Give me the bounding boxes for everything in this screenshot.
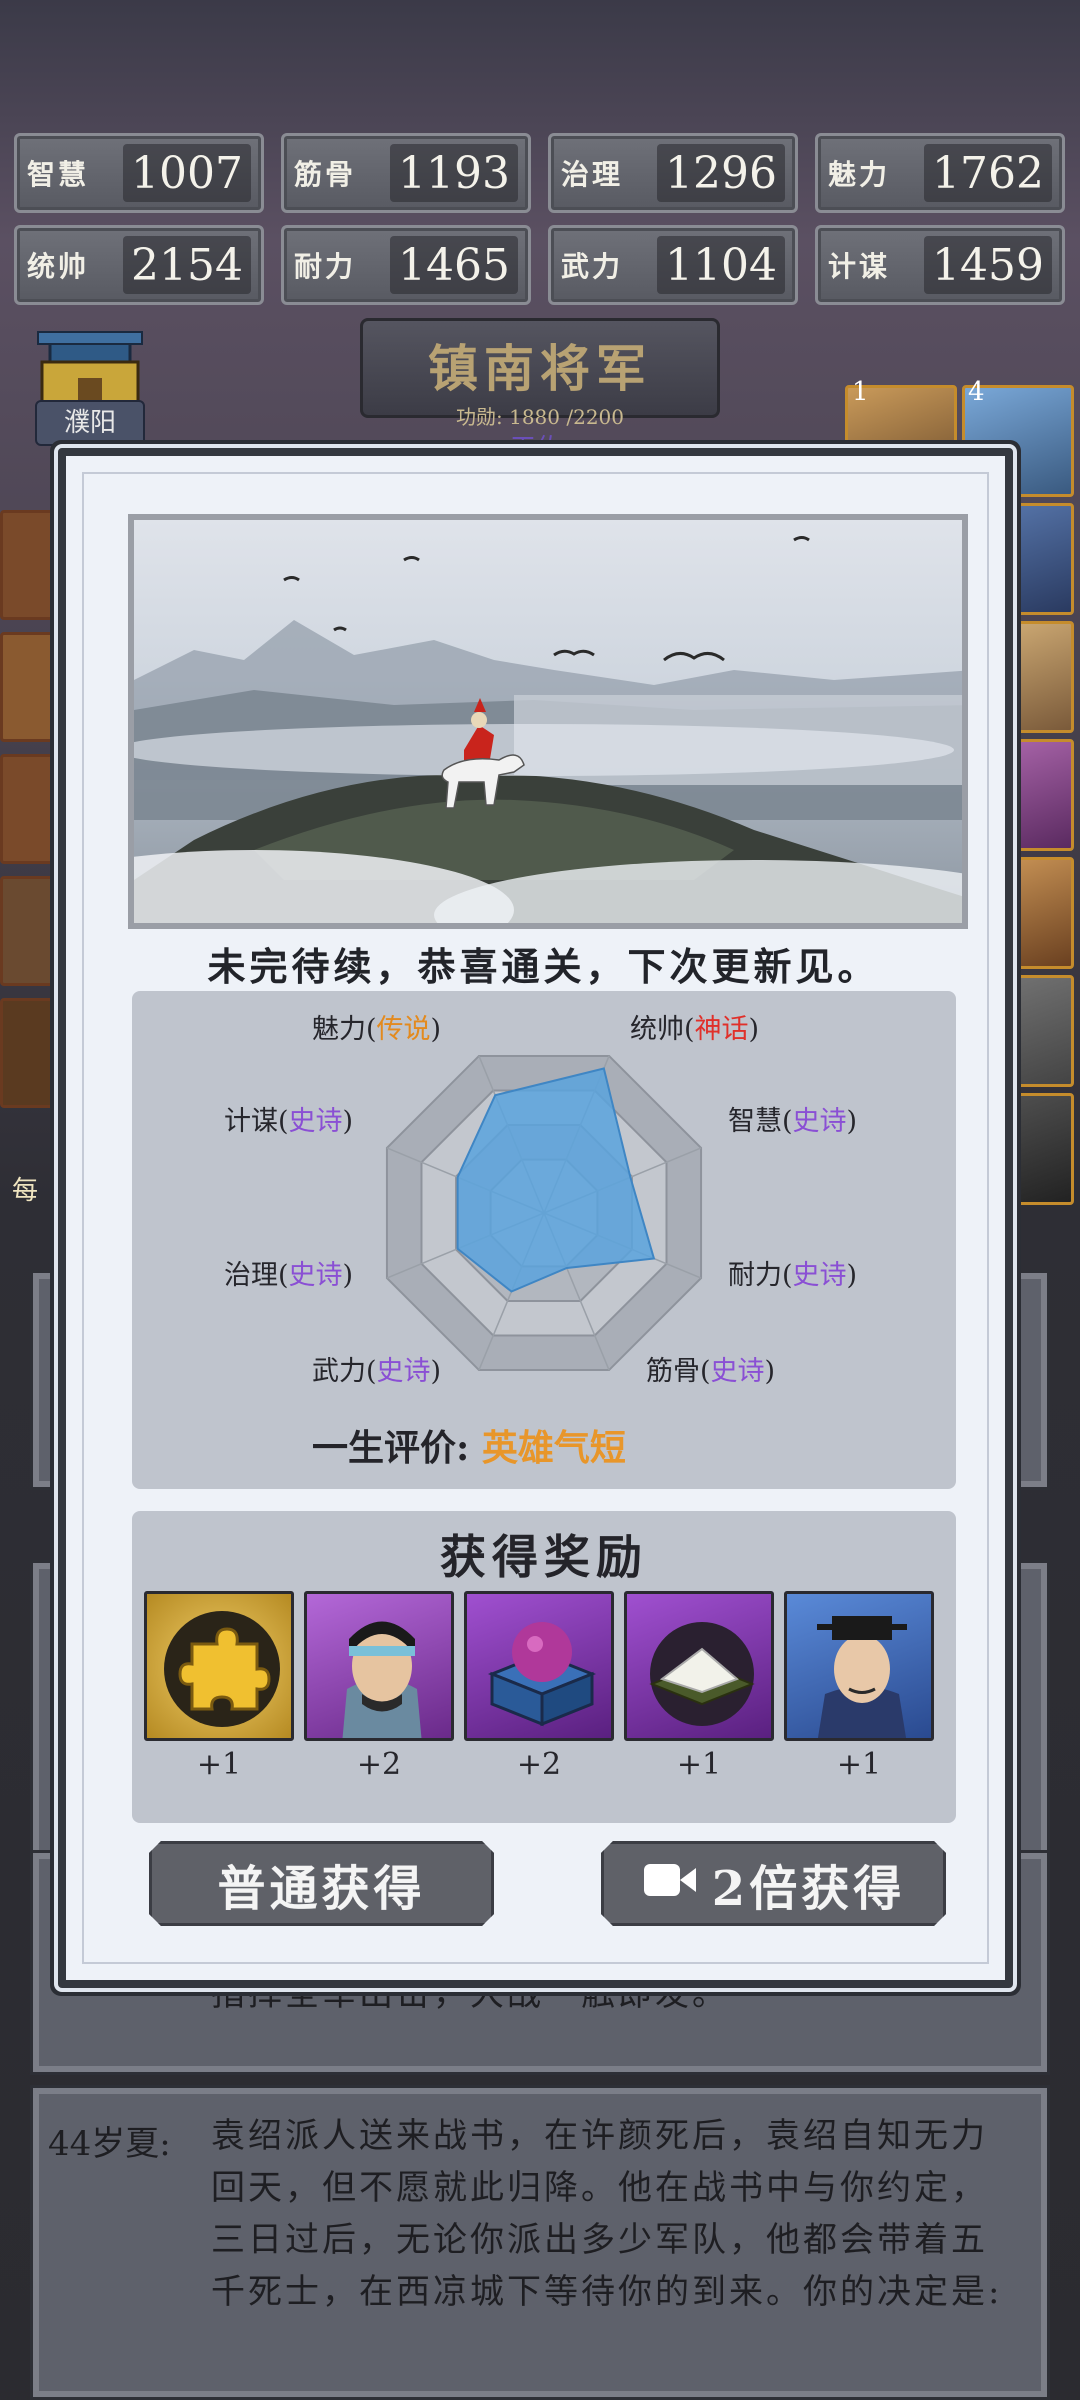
normal-claim-button[interactable]: 普通获得 — [149, 1841, 494, 1926]
reward-count: +2 — [516, 1747, 562, 1782]
attr-label-governance: 治理(史诗) — [224, 1260, 354, 1291]
attribute-radar-chart — [385, 1054, 703, 1372]
rank-title: 镇南将军 — [428, 339, 652, 398]
reward-item[interactable]: +1 — [784, 1591, 934, 1782]
stat-box: 魅力 1762 — [815, 133, 1065, 213]
life-evaluation-panel: 魅力(传说) 统帅(神话) 计谋(史诗) 智慧(史诗) 治理(史诗) 耐力(史诗… — [132, 991, 956, 1489]
official-portrait-icon — [784, 1591, 934, 1741]
reward-count: +1 — [676, 1747, 722, 1782]
ending-scene-image — [128, 514, 968, 929]
left-portrait[interactable] — [0, 510, 62, 620]
stat-name: 筋骨 — [294, 158, 357, 191]
stat-value: 1007 — [123, 144, 251, 202]
attr-label-wisdom: 智慧(史诗) — [728, 1106, 858, 1137]
stat-value: 1104 — [657, 236, 785, 294]
stat-box: 智慧 1007 — [14, 133, 264, 213]
reward-title: 获得奖励 — [440, 1530, 648, 1584]
attr-label-charm: 魅力(传说) — [312, 1014, 442, 1045]
life-eval-label: 一生评价: — [312, 1427, 482, 1469]
stat-name: 计谋 — [828, 250, 891, 283]
life-evaluation: 一生评价: 英雄气短 — [312, 1419, 626, 1471]
log-age: 44岁夏: — [48, 2124, 171, 2164]
reward-item[interactable]: +2 — [304, 1591, 454, 1782]
attribute-stats-grid: 智慧 1007 筋骨 1193 治理 1296 魅力 1762 统帅 2154 耐力 146… — [14, 133, 1066, 305]
life-eval-value: 英雄气短 — [481, 1427, 626, 1469]
attr-label-command: 统帅(神话) — [630, 1014, 760, 1045]
stat-name: 统帅 — [27, 250, 90, 283]
double-claim-label: 2倍获得 — [711, 1860, 906, 1917]
stat-value: 1465 — [390, 236, 518, 294]
stat-name: 智慧 — [27, 158, 90, 191]
puzzle-piece-icon — [144, 1591, 294, 1741]
portrait-badge: 1 — [852, 377, 869, 407]
treasure-chest-icon — [464, 1591, 614, 1741]
attr-label-force: 武力(史诗) — [312, 1356, 442, 1387]
reward-item[interactable]: +1 — [624, 1591, 774, 1782]
portrait-badge: 4 — [968, 377, 985, 407]
stat-box: 武力 1104 — [548, 225, 798, 305]
attr-label-physique: 筋骨(史诗) — [646, 1356, 776, 1387]
log-text: 袁绍派人送来战书，在许颜死后，袁绍自知无力回天，但不愿就此归降。他在战书中与你约… — [211, 2116, 1003, 2312]
ending-dialog: 未完待续，恭喜通关，下次更新见。 魅力(传说) 统帅(神话) 计谋(史诗) 智慧… — [58, 448, 1013, 1988]
reward-count: +2 — [356, 1747, 402, 1782]
reward-item[interactable]: +2 — [464, 1591, 614, 1782]
left-portrait[interactable] — [0, 998, 62, 1108]
ending-message: 未完待续，恭喜通关，下次更新见。 — [207, 944, 880, 989]
stat-name: 魅力 — [828, 158, 891, 191]
attr-label-endurance: 耐力(史诗) — [728, 1260, 858, 1291]
stat-box: 计谋 1459 — [815, 225, 1065, 305]
log-card[interactable]: 44岁夏: 袁绍派人送来战书，在许颜死后，袁绍自知无力回天，但不愿就此归降。他在… — [30, 2085, 1050, 2400]
reward-count: +1 — [196, 1747, 242, 1782]
stat-name: 治理 — [561, 158, 624, 191]
stat-box: 统帅 2154 — [14, 225, 264, 305]
stat-value: 2154 — [123, 236, 251, 294]
double-claim-button[interactable]: 2倍获得 — [601, 1841, 946, 1926]
attr-label-strategy: 计谋(史诗) — [224, 1106, 354, 1137]
rank-merit: 功勋: 1880 /2200 — [456, 405, 624, 429]
rank-plate: 镇南将军 功勋: 1880 /2200 — [360, 318, 720, 429]
reward-item[interactable]: +1 — [144, 1591, 294, 1782]
stat-name: 武力 — [561, 250, 624, 283]
video-camera-icon — [642, 1856, 698, 1912]
stat-box: 筋骨 1193 — [281, 133, 531, 213]
general-portrait-icon — [304, 1591, 454, 1741]
reward-count: +1 — [836, 1747, 882, 1782]
normal-claim-label: 普通获得 — [217, 1860, 426, 1917]
stat-value: 1762 — [924, 144, 1052, 202]
stat-value: 1193 — [390, 144, 518, 202]
left-portrait[interactable] — [0, 876, 62, 986]
city-name: 濮阳 — [35, 400, 145, 446]
stat-value: 1296 — [657, 144, 785, 202]
left-portrait[interactable] — [0, 632, 62, 742]
stat-box: 治理 1296 — [548, 133, 798, 213]
left-portrait[interactable] — [0, 754, 62, 864]
stat-name: 耐力 — [294, 250, 357, 283]
food-plate-icon — [624, 1591, 774, 1741]
stat-box: 耐力 1465 — [281, 225, 531, 305]
stat-value: 1459 — [924, 236, 1052, 294]
reward-panel: 获得奖励 +1 +2 +2 +1 +1 — [132, 1511, 956, 1823]
daily-label: 每 — [12, 1176, 39, 1206]
